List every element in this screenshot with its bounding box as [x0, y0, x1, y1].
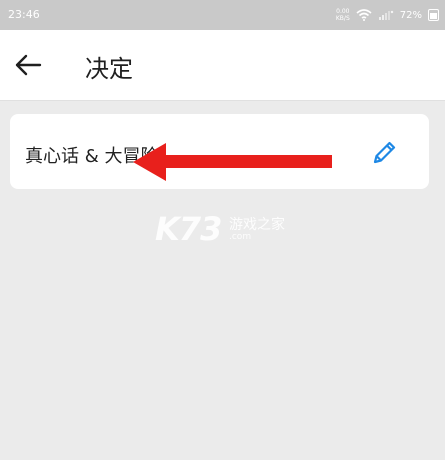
network-speed: 0.00 KB/S [336, 8, 350, 22]
watermark-domain: .com [229, 232, 252, 242]
back-button[interactable] [10, 48, 46, 82]
page-title: 决定 [85, 55, 133, 83]
status-bar: 23:46 0.00 KB/S 72% [0, 0, 445, 30]
edit-button[interactable] [365, 132, 405, 172]
battery-icon [428, 9, 439, 21]
network-speed-value: 0.00 [336, 8, 350, 15]
decision-card[interactable]: 真心话 & 大冒险 [10, 114, 429, 189]
battery-percent: 72% [399, 9, 422, 21]
status-icons: 0.00 KB/S 72% [336, 4, 439, 26]
pencil-icon [373, 141, 396, 164]
card-label: 真心话 & 大冒险 [25, 146, 159, 167]
app-bar: 决定 [0, 30, 445, 101]
wifi-icon [356, 9, 372, 21]
watermark-name: 游戏之家 [229, 217, 285, 233]
watermark-brand: K73 [155, 210, 222, 248]
cellular-signal-icon [378, 10, 394, 20]
arrow-left-icon [15, 54, 42, 76]
network-speed-unit: KB/S [335, 15, 350, 22]
watermark: K73 游戏之家 .com [155, 210, 290, 250]
status-time: 23:46 [8, 8, 40, 21]
